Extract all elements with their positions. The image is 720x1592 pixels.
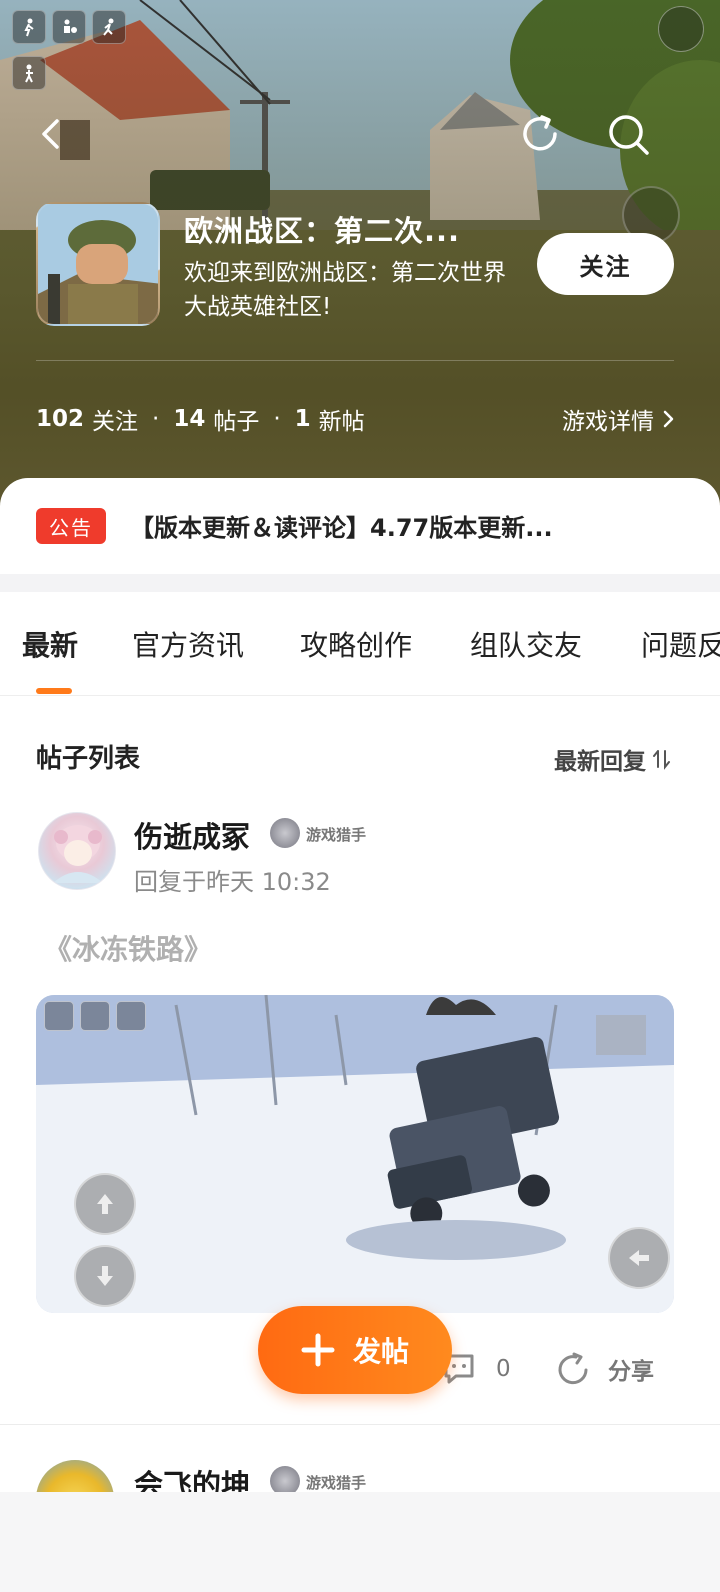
share-label: 分享 <box>608 1359 654 1385</box>
followers-label: 关注 <box>92 409 139 435</box>
user-badge-label: 游戏猎手 <box>306 1474 367 1492</box>
tab-guides[interactable]: 攻略创作 <box>300 624 412 664</box>
reply-time: 回复于昨天 10:32 <box>134 868 331 896</box>
share-button[interactable]: 分享 <box>554 1350 654 1388</box>
posts-label: 帖子 <box>213 409 260 435</box>
user-badge-label: 游戏猎手 <box>306 826 367 844</box>
arrow-down-icon <box>74 1245 136 1307</box>
follow-button[interactable]: 关注 <box>537 233 674 295</box>
tab-official-news[interactable]: 官方资讯 <box>132 624 244 664</box>
post-divider <box>0 1424 720 1425</box>
share-icon <box>558 1352 588 1385</box>
community-header: 欧洲战区：第二次... 欢迎来到欧洲战区：第二次世界大战英雄社区! 关注 102… <box>0 0 720 520</box>
tab-feedback[interactable]: 问题反馈 <box>641 624 720 664</box>
back-button[interactable] <box>24 106 80 162</box>
game-description: 欢迎来到欧洲战区：第二次世界大战英雄社区! <box>184 260 506 320</box>
stats-separator: · <box>273 406 281 432</box>
announcement-tag: 公告 <box>36 508 106 544</box>
posts-count: 14 <box>173 406 206 432</box>
post-list-title: 帖子列表 <box>36 744 141 774</box>
game-hud-icons <box>12 10 126 44</box>
create-post-button[interactable]: 发帖 <box>258 1306 452 1394</box>
new-posts-label: 新帖 <box>318 409 365 435</box>
hud-action-icon <box>658 6 704 52</box>
sort-icon <box>653 750 670 770</box>
tab-team-up[interactable]: 组队交友 <box>470 624 582 664</box>
game-detail-label: 游戏详情 <box>562 409 654 435</box>
active-tab-indicator <box>36 688 72 694</box>
new-posts-count: 1 <box>294 406 311 432</box>
search-icon <box>609 115 649 155</box>
plus-icon <box>301 1333 335 1367</box>
stats-separator: · <box>152 406 160 432</box>
game-logo[interactable] <box>36 202 160 326</box>
arrow-left-icon <box>608 1227 670 1289</box>
sort-label: 最新回复 <box>554 749 646 775</box>
refresh-button[interactable] <box>512 106 568 162</box>
bottom-bar <box>0 1492 720 1592</box>
game-title: 欧洲战区：第二次... <box>184 214 461 248</box>
create-post-label: 发帖 <box>352 1335 409 1368</box>
followers-count: 102 <box>36 406 85 432</box>
category-tabs: 最新 官方资讯 攻略创作 组队交友 问题反馈 <box>0 592 720 696</box>
chevron-left-icon <box>42 119 59 149</box>
refresh-icon <box>523 115 557 151</box>
announcement-text[interactable]: 【版本更新＆读评论】4.77版本更新... <box>130 508 670 543</box>
post-author[interactable]: 伤逝成冢 <box>134 814 250 856</box>
hunter-badge-icon <box>270 818 300 848</box>
arrow-up-icon <box>74 1173 136 1235</box>
chevron-right-icon <box>663 410 674 428</box>
hud-run-icon <box>92 10 126 44</box>
comment-count: 0 <box>496 1356 511 1382</box>
sort-dropdown[interactable]: 最新回复 <box>554 742 674 776</box>
header-divider <box>36 360 674 361</box>
tab-latest[interactable]: 最新 <box>22 624 78 664</box>
post-image[interactable] <box>36 995 674 1313</box>
post-title[interactable]: 《冰冻铁路》 <box>44 928 212 968</box>
hud-crouch-icon <box>52 10 86 44</box>
search-button[interactable] <box>600 106 656 162</box>
community-stats: 102 关注 · 14 帖子 · 1 新帖 <box>36 402 365 436</box>
announcement-bar[interactable]: 公告 【版本更新＆读评论】4.77版本更新... <box>0 478 720 578</box>
section-gap <box>0 574 720 592</box>
hud-walk-icon <box>12 10 46 44</box>
game-detail-link[interactable]: 游戏详情 <box>562 402 676 436</box>
avatar[interactable] <box>38 812 116 890</box>
hud-stand-icon <box>12 56 46 90</box>
post-image-hud <box>44 1001 146 1031</box>
